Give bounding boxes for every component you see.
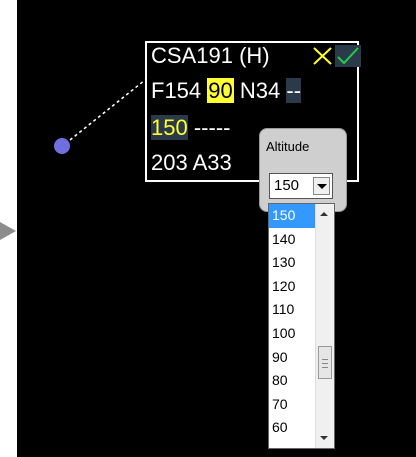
altitude-select-value: 150 [274,177,300,194]
altitude-options: 150 140 130 120 110 100 90 80 70 60 [269,204,315,440]
aircraft-position-symbol[interactable] [54,138,70,154]
altitude-option[interactable]: 110 [269,298,315,322]
datablock-line-1: CSA191 (H) [151,43,270,69]
line2-dashes[interactable]: -- [286,78,302,103]
altitude-select[interactable]: 150 [269,173,333,199]
altitude-popup: Altitude 150 [259,128,347,212]
altitude-option[interactable]: 100 [269,322,315,346]
scroll-up-arrow-icon[interactable] [320,212,328,216]
dropdown-scrollbar[interactable] [315,204,334,448]
datablock-line-4: 203 A33 [151,150,232,176]
altitude-option[interactable]: 150 [269,204,315,228]
altitude-popup-title: Altitude [266,139,310,154]
altitude-option[interactable]: 70 [269,393,315,417]
altitude-option[interactable]: 120 [269,275,315,299]
line4-text: 203 A33 [151,150,232,175]
altitude-option[interactable]: 130 [269,251,315,275]
confirm-check-icon[interactable] [335,45,361,67]
line3-dashes: ----- [193,115,231,140]
datablock-line-3: 150 ----- [151,115,230,141]
altitude-option[interactable]: 60 [269,416,315,440]
callsign[interactable]: CSA191 [151,43,233,68]
altitude-option[interactable]: 80 [269,369,315,393]
cancel-x-icon[interactable] [311,45,335,67]
grip-icon [322,359,328,368]
datablock-line-2: F154 90 N34 -- [151,78,302,104]
altitude-option[interactable]: 90 [269,346,315,370]
cleared-altitude[interactable]: 150 [151,115,188,140]
flight-level[interactable]: F154 [151,78,201,103]
scrollbar-thumb[interactable] [318,346,332,379]
scroll-down-arrow-icon[interactable] [320,436,328,440]
dropdown-arrow-icon[interactable] [313,177,330,195]
wake-category: (H) [239,43,270,68]
altitude-option[interactable]: 140 [269,228,315,252]
altitude-dropdown-list[interactable]: 150 140 130 120 110 100 90 80 70 60 [268,203,335,449]
speed-field[interactable]: N34 [240,78,280,103]
highlighted-value[interactable]: 90 [207,78,234,103]
